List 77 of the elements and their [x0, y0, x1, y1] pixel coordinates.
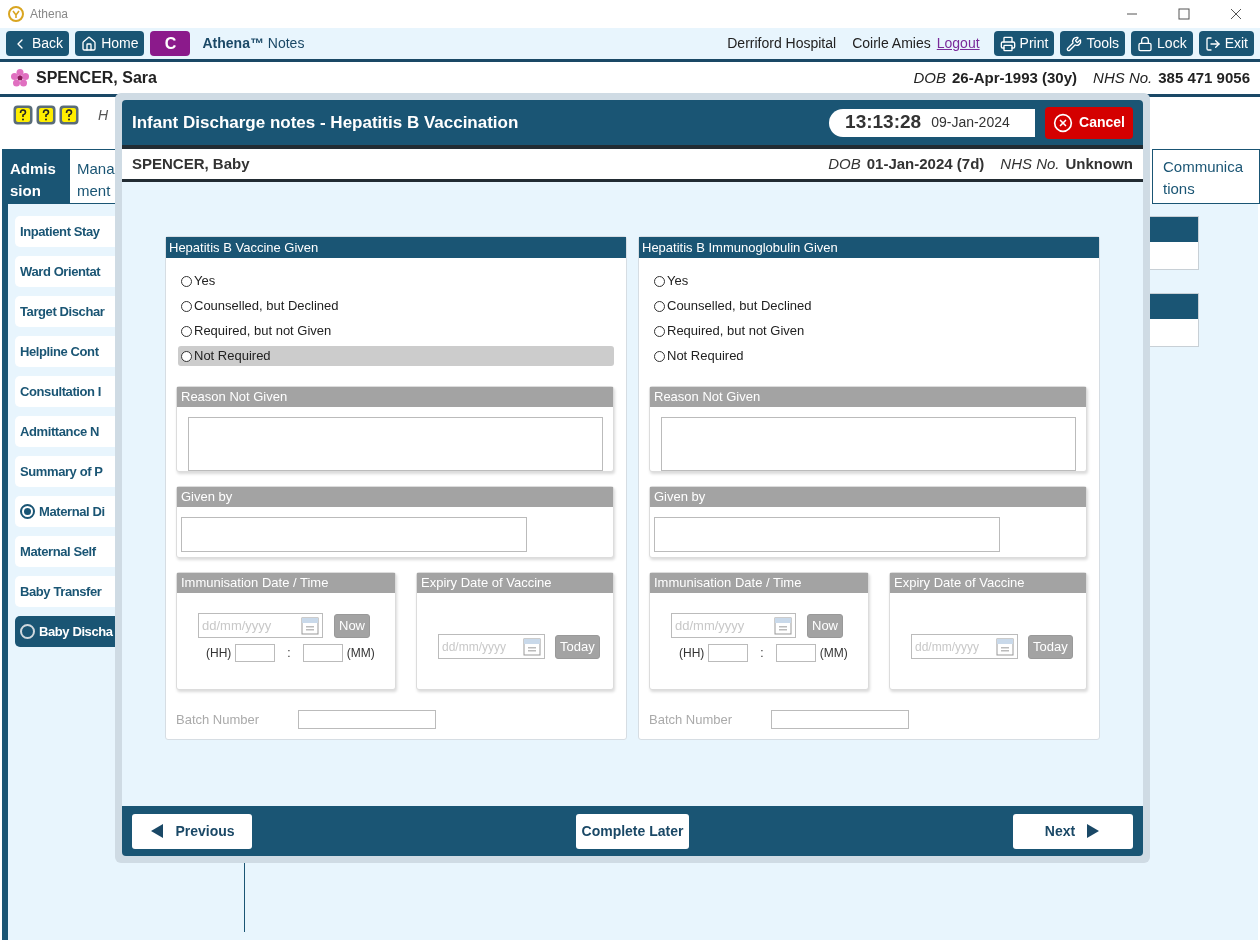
app-badge[interactable]: C — [150, 31, 191, 56]
cancel-button[interactable]: Cancel — [1045, 106, 1133, 139]
previous-button[interactable]: Previous — [132, 813, 252, 849]
batch-number-label: Batch Number — [649, 711, 734, 729]
group-header: Reason Not Given — [177, 387, 613, 407]
toolbar-button[interactable]: Tools — [1060, 31, 1126, 56]
sidebar-item[interactable]: Inpatient Stay — [15, 216, 115, 247]
calendar-icon[interactable] — [523, 637, 541, 656]
help-icon[interactable] — [36, 105, 56, 125]
hour-label: (HH) — [206, 645, 232, 662]
section-header: Hepatitis B Vaccine Given — [166, 237, 626, 258]
back-button[interactable]: Back — [6, 31, 70, 56]
next-button[interactable]: Next — [1013, 813, 1133, 849]
group-header: Given by — [177, 487, 613, 507]
sidebar-item[interactable]: Admittance N — [15, 416, 115, 447]
group-header: Expiry Date of Vaccine — [417, 573, 613, 593]
calendar-icon[interactable] — [301, 616, 319, 635]
time-separator: : — [286, 645, 292, 662]
wrench-icon — [1066, 35, 1083, 52]
group-header: Immunisation Date / Time — [650, 573, 868, 593]
home-button[interactable]: Home — [75, 31, 145, 56]
sidebar-item[interactable]: Maternal Di — [15, 496, 115, 527]
sidebar-item[interactable]: Summary of P — [15, 456, 115, 487]
toolbar-button[interactable]: Lock — [1131, 31, 1193, 56]
patient-nhs-number: 385 471 9056 — [1158, 67, 1250, 88]
nhs-label: NHS No. — [1093, 67, 1153, 88]
calendar-icon[interactable] — [996, 637, 1014, 656]
flower-icon — [10, 68, 30, 88]
section-header: Hepatitis B Immunoglobulin Given — [639, 237, 1099, 258]
window-title: Athena — [30, 6, 69, 23]
app-name: Athena™ Notes — [202, 34, 305, 53]
group-header: Reason Not Given — [650, 387, 1086, 407]
nhs-label: NHS No. — [1000, 153, 1060, 174]
logo-icon — [8, 6, 24, 22]
clock-display: 13:13:28 09-Jan-2024 — [829, 108, 1036, 137]
hospital-name: Derriford Hospital — [727, 34, 837, 53]
tab[interactable]: Communica tions — [1152, 149, 1260, 204]
printer-icon — [999, 35, 1016, 52]
baby-nhs-number: Unknown — [1065, 153, 1133, 174]
help-icon[interactable] — [59, 105, 79, 125]
maximize-icon[interactable] — [1178, 8, 1190, 20]
sidebar-item[interactable]: Baby Transfer — [15, 576, 115, 607]
dob-label: DOB — [828, 153, 861, 174]
close-icon[interactable] — [1230, 8, 1242, 20]
logout-link[interactable]: Logout — [936, 33, 980, 54]
lock-icon — [1137, 35, 1154, 52]
dialog-title: Infant Discharge notes - Hepatitis B Vaccination — [132, 111, 520, 134]
sidebar-item[interactable]: Baby Discha — [15, 616, 115, 647]
sidebar-item[interactable]: Ward Orientat — [15, 256, 115, 287]
sidebar-item[interactable]: Maternal Self — [15, 536, 115, 567]
sidebar-item[interactable]: Target Dischar — [15, 296, 115, 327]
info-text: H — [98, 106, 109, 125]
tab[interactable]: Admis sion — [2, 149, 69, 204]
baby-dob: 01-Jan-2024 (7d) — [866, 153, 985, 174]
toolbar-button[interactable]: Exit — [1198, 31, 1254, 56]
close-icon — [1053, 112, 1074, 133]
dob-label: DOB — [913, 67, 946, 88]
minute-label: (MM) — [346, 645, 375, 662]
calendar-icon[interactable] — [774, 616, 792, 635]
sidebar-item[interactable]: Consultation I — [15, 376, 115, 407]
toolbar-button[interactable]: Print — [993, 31, 1055, 56]
group-header: Expiry Date of Vaccine — [890, 573, 1086, 593]
patient-name: SPENCER, Sara — [36, 68, 157, 88]
group-header: Given by — [650, 487, 1086, 507]
hour-label: (HH) — [679, 645, 705, 662]
help-icon[interactable] — [13, 105, 33, 125]
home-icon — [81, 35, 98, 52]
sidebar-item[interactable]: Helpline Cont — [15, 336, 115, 367]
patient-dob: 26-Apr-1993 (30y) — [952, 67, 1078, 88]
time-separator: : — [759, 645, 765, 662]
user-name: Coirle Amies — [852, 34, 931, 53]
batch-number-label: Batch Number — [176, 711, 261, 729]
group-header: Immunisation Date / Time — [177, 573, 395, 593]
exit-icon — [1204, 35, 1221, 52]
complete-later-button[interactable]: Complete Later — [576, 813, 689, 849]
triangle-left-icon — [149, 823, 166, 839]
minute-label: (MM) — [819, 645, 848, 662]
